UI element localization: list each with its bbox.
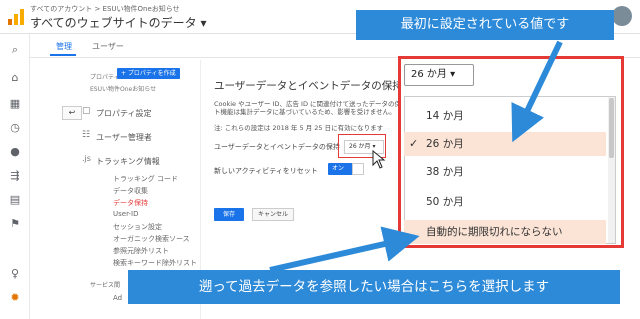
callout-past-data: 遡って過去データを参照したい場合はこちらを選択します xyxy=(128,270,620,304)
submenu-user-id[interactable]: User-ID xyxy=(113,210,139,218)
option-50-months[interactable]: 50 か月 xyxy=(404,190,606,214)
menu-user-management[interactable]: ユーザー管理者 xyxy=(96,132,152,143)
analytics-logo[interactable] xyxy=(8,9,26,25)
tab-user[interactable]: ユーザー xyxy=(92,41,124,52)
avatar[interactable] xyxy=(612,6,632,26)
flag-icon[interactable]: ⚑ xyxy=(6,216,24,232)
toggle-knob[interactable] xyxy=(352,163,364,175)
service-links-label: サービス間 xyxy=(90,282,121,289)
page-title: ユーザーデータとイベントデータの保持 xyxy=(214,80,403,92)
submenu-referral-exclusion[interactable]: 参照元除外リスト xyxy=(113,246,169,256)
tab-admin[interactable]: 管理 xyxy=(56,41,72,52)
submenu-organic-search-sources[interactable]: オーガニック検索ソース xyxy=(113,234,190,244)
document-icon: ▢ xyxy=(82,106,91,116)
users-icon: ☷ xyxy=(82,130,91,140)
scrollbar-thumb[interactable] xyxy=(609,98,614,158)
option-38-months[interactable]: 38 か月 xyxy=(404,160,606,184)
arrow-to-never-expire-option xyxy=(269,226,420,273)
js-icon: .js xyxy=(82,154,91,163)
checkmark-icon: ✓ xyxy=(409,137,419,150)
search-icon[interactable]: ⌕ xyxy=(6,42,24,58)
behavior-icon[interactable]: ▤ xyxy=(6,192,24,208)
person-icon[interactable]: ● xyxy=(6,144,24,160)
create-property-button[interactable]: + プロパティを作成 xyxy=(117,68,180,79)
active-tab-indicator xyxy=(50,54,76,56)
view-selector[interactable]: すべてのウェブサイトのデータ ▾ xyxy=(30,14,207,31)
callout-default-value: 最初に設定されている値です xyxy=(356,10,614,40)
dashboard-icon[interactable]: ▦ xyxy=(6,96,24,112)
submenu-data-collection[interactable]: データ収集 xyxy=(113,186,148,196)
submenu-tracking-code[interactable]: トラッキング コード xyxy=(113,174,178,184)
reset-activity-label: 新しいアクティビティをリセット xyxy=(214,167,318,175)
option-never-expire[interactable]: 自動的に期限切れにならない xyxy=(404,220,606,244)
breadcrumb[interactable]: すべてのアカウント > ESUい物件Oneお知らせ xyxy=(30,4,180,14)
menu-tracking-info[interactable]: トラッキング情報 xyxy=(96,156,160,167)
save-button[interactable]: 保存 xyxy=(214,208,244,221)
retention-label: ユーザーデータとイベントデータの保持 xyxy=(214,143,340,151)
cancel-button[interactable]: キャンセル xyxy=(252,208,294,221)
option-26-months[interactable]: 26 か月 xyxy=(404,132,606,156)
service-link-item[interactable]: Ad xyxy=(113,294,122,302)
submenu-session-settings[interactable]: セッション設定 xyxy=(113,222,162,232)
description-line-2: ト機能は集計データに基づいているため、影響を受けません。 xyxy=(214,108,396,116)
retention-dropdown[interactable]: 26 か月 ▾ xyxy=(404,64,474,86)
menu-property-settings[interactable]: プロパティ設定 xyxy=(96,108,152,119)
home-icon[interactable]: ⌂ xyxy=(6,70,24,86)
submenu-search-term-exclusion[interactable]: 検索キーワード除外リスト xyxy=(113,258,197,268)
mouse-cursor-icon xyxy=(372,150,386,169)
effective-date-note: 注: これらの設定は 2018 年 5 月 25 日に有効になります xyxy=(214,124,384,132)
submenu-data-retention[interactable]: データ保持 xyxy=(113,198,148,208)
property-label: プロパティ xyxy=(90,74,120,81)
lightbulb-icon[interactable]: ♀ xyxy=(6,266,24,282)
acquisition-icon[interactable]: ⇶ xyxy=(6,168,24,184)
gear-icon[interactable]: ✹ xyxy=(6,290,24,306)
option-14-months[interactable]: 14 か月 xyxy=(404,104,606,128)
back-arrow-icon[interactable]: ↩ xyxy=(62,106,82,120)
clock-icon[interactable]: ◷ xyxy=(6,120,24,136)
property-name[interactable]: ESUい物件Oneお知らせ xyxy=(90,84,156,93)
